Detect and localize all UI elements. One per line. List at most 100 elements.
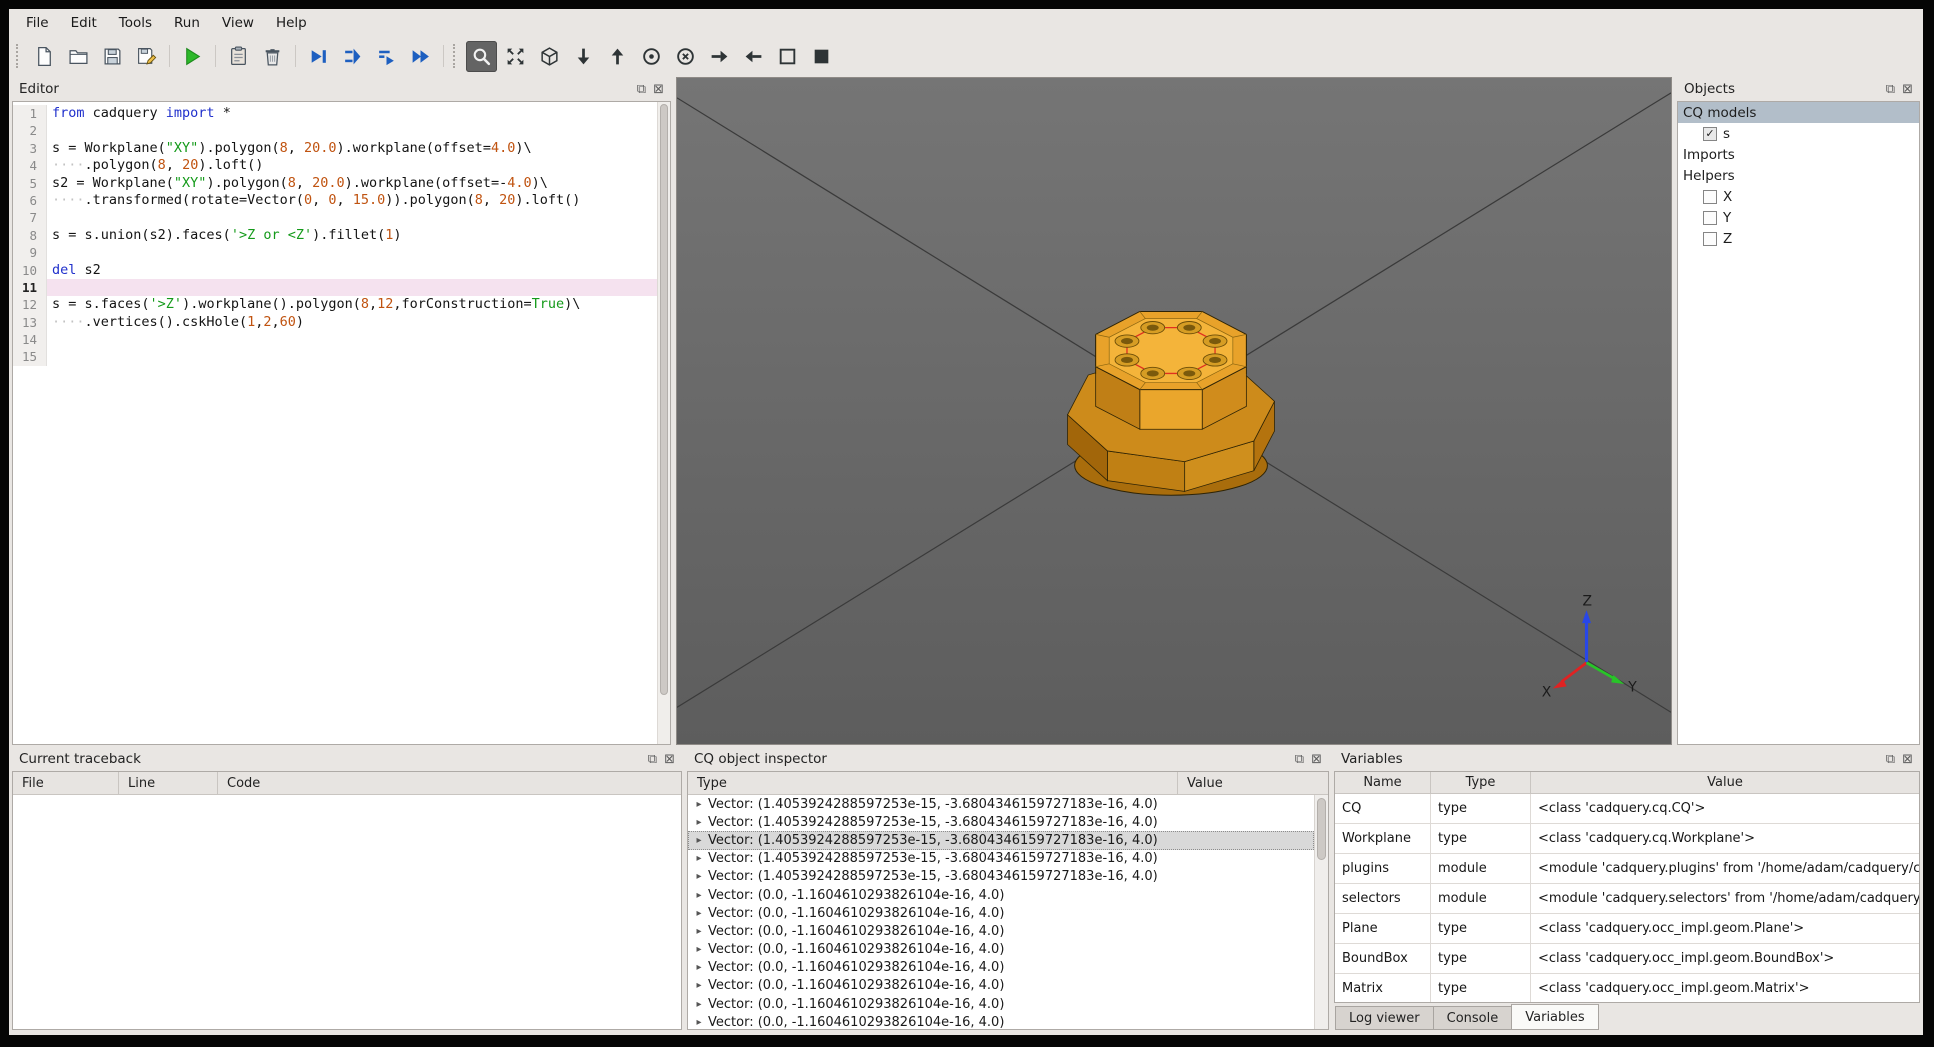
variable-row[interactable]: BoundBox type <class 'cadquery.occ_impl.ge… <box>1335 944 1919 974</box>
expand-arrow-icon[interactable]: ▸ <box>693 962 705 973</box>
inspector-row[interactable]: ▸ Vector: (1.4053924288597253e-15, -3.680… <box>688 868 1314 886</box>
code-line[interactable]: 11 <box>13 278 657 297</box>
debug-icon[interactable] <box>223 41 254 72</box>
code-line[interactable]: 2 <box>13 122 657 140</box>
traceback-col-code[interactable]: Code <box>218 772 681 794</box>
menu-view[interactable]: View <box>211 12 265 34</box>
expand-arrow-icon[interactable]: ▸ <box>693 944 705 955</box>
tab-log-viewer[interactable]: Log viewer <box>1335 1006 1434 1030</box>
expand-arrow-icon[interactable]: ▸ <box>693 853 705 864</box>
tree-item-cq-models[interactable]: CQ models <box>1678 102 1919 123</box>
expand-arrow-icon[interactable]: ▸ <box>693 835 705 846</box>
inspector-row[interactable]: ▸ Vector: (1.4053924288597253e-15, -3.680… <box>688 795 1314 813</box>
tree-item-helpers[interactable]: Helpers <box>1678 165 1919 186</box>
toolbar-grip[interactable] <box>453 44 459 68</box>
expand-arrow-icon[interactable]: ▸ <box>693 926 705 937</box>
expand-arrow-icon[interactable]: ▸ <box>693 1017 705 1028</box>
expand-arrow-icon[interactable]: ▸ <box>693 871 705 882</box>
dock-close-icon[interactable]: ⊠ <box>1902 753 1913 766</box>
checkbox-y[interactable] <box>1703 210 1717 225</box>
variables-col-name[interactable]: Name <box>1335 772 1431 793</box>
inspector-row[interactable]: ▸ Vector: (0.0, -1.1604610293826104e-16, … <box>688 904 1314 922</box>
variable-row[interactable]: Plane type <class 'cadquery.occ_impl.geom.… <box>1335 914 1919 944</box>
right-view-icon[interactable] <box>738 41 769 72</box>
back-view-icon[interactable] <box>602 41 633 72</box>
menu-help[interactable]: Help <box>265 12 318 34</box>
expand-arrow-icon[interactable]: ▸ <box>693 999 705 1010</box>
top-view-icon[interactable] <box>636 41 667 72</box>
step-in-icon[interactable] <box>337 41 368 72</box>
inspector-scrollbar[interactable] <box>1314 795 1328 1029</box>
viewport-3d[interactable]: X Y Z <box>676 77 1672 745</box>
dock-close-icon[interactable]: ⊠ <box>653 83 664 96</box>
inspector-row[interactable]: ▸ Vector: (1.4053924288597253e-15, -3.680… <box>688 813 1314 831</box>
inspector-row[interactable]: ▸ Vector: (1.4053924288597253e-15, -3.680… <box>688 850 1314 868</box>
inspector-row[interactable]: ▸ Vector: (0.0, -1.1604610293826104e-16, … <box>688 995 1314 1013</box>
inspector-col-value[interactable]: Value <box>1178 772 1328 794</box>
checkbox-s[interactable]: ✓ <box>1703 126 1717 141</box>
code-area[interactable]: 1 from cadquery import * 2 3 s = Workplane("… <box>13 102 657 744</box>
variable-row[interactable]: plugins module <module 'cadquery.plugins' … <box>1335 854 1919 884</box>
inspector-row[interactable]: ▸ Vector: (0.0, -1.1604610293826104e-16, … <box>688 886 1314 904</box>
new-file-icon[interactable] <box>29 41 60 72</box>
editor-scrollbar[interactable] <box>657 102 670 744</box>
fit-zoom-icon[interactable] <box>466 40 497 72</box>
code-line[interactable]: 3 s = Workplane("XY").polygon(8, 20.0).wo… <box>13 139 657 158</box>
wireframe-icon[interactable] <box>772 41 803 72</box>
tree-item-x[interactable]: X <box>1678 186 1919 207</box>
dock-float-icon[interactable]: ⧉ <box>1295 753 1304 766</box>
viewport-canvas[interactable]: X Y Z <box>677 78 1671 744</box>
variable-row[interactable]: Matrix type <class 'cadquery.occ_impl.geom… <box>1335 974 1919 1002</box>
variable-row[interactable]: selectors module <module 'cadquery.selecto… <box>1335 884 1919 914</box>
expand-arrow-icon[interactable]: ▸ <box>693 799 705 810</box>
cad-model[interactable] <box>1067 311 1275 496</box>
code-line[interactable]: 15 <box>13 348 657 366</box>
tab-variables[interactable]: Variables <box>1511 1004 1599 1030</box>
dock-float-icon[interactable]: ⧉ <box>1886 753 1895 766</box>
tree-item-z[interactable]: Z <box>1678 228 1919 249</box>
bottom-view-icon[interactable] <box>670 41 701 72</box>
tree-item-imports[interactable]: Imports <box>1678 144 1919 165</box>
menu-file[interactable]: File <box>15 12 60 34</box>
inspector-row[interactable]: ▸ Vector: (1.4053924288597253e-15, -3.680… <box>688 831 1314 850</box>
step-icon[interactable] <box>303 41 334 72</box>
expand-arrow-icon[interactable]: ▸ <box>693 817 705 828</box>
dock-close-icon[interactable]: ⊠ <box>1902 83 1913 96</box>
menu-edit[interactable]: Edit <box>60 12 108 34</box>
dock-float-icon[interactable]: ⧉ <box>648 753 657 766</box>
tab-console[interactable]: Console <box>1432 1006 1513 1030</box>
variables-col-value[interactable]: Value <box>1531 772 1919 793</box>
front-view-icon[interactable] <box>568 41 599 72</box>
code-line[interactable]: 1 from cadquery import * <box>13 105 657 123</box>
code-line[interactable]: 6 ····.transformed(rotate=Vector(0, 0, 15… <box>13 191 657 210</box>
checkbox-x[interactable] <box>1703 189 1717 204</box>
code-line[interactable]: 14 <box>13 331 657 349</box>
tree-item-s[interactable]: ✓ s <box>1678 123 1919 144</box>
expand-arrow-icon[interactable]: ▸ <box>693 980 705 991</box>
toolbar-grip[interactable] <box>16 44 22 68</box>
expand-arrow-icon[interactable]: ▸ <box>693 908 705 919</box>
inspector-row[interactable]: ▸ Vector: (0.0, -1.1604610293826104e-16, … <box>688 941 1314 959</box>
checkbox-z[interactable] <box>1703 231 1717 246</box>
menu-run[interactable]: Run <box>163 12 211 34</box>
dock-close-icon[interactable]: ⊠ <box>664 753 675 766</box>
code-line[interactable]: 4 ····.polygon(8, 20).loft() <box>13 157 657 175</box>
inspector-scrollbar-thumb[interactable] <box>1317 798 1326 860</box>
inspector-row[interactable]: ▸ Vector: (0.0, -1.1604610293826104e-16, … <box>688 922 1314 940</box>
variables-col-type[interactable]: Type <box>1431 772 1531 793</box>
fit-all-icon[interactable] <box>500 41 531 72</box>
continue-icon[interactable] <box>405 41 436 72</box>
inspector-row[interactable]: ▸ Vector: (0.0, -1.1604610293826104e-16, … <box>688 977 1314 995</box>
inspector-row[interactable]: ▸ Vector: (0.0, -1.1604610293826104e-16, … <box>688 959 1314 977</box>
iso-view-icon[interactable] <box>534 41 565 72</box>
render-icon[interactable] <box>177 41 208 72</box>
save-as-icon[interactable] <box>131 41 162 72</box>
delete-icon[interactable] <box>257 41 288 72</box>
code-line[interactable]: 8 s = s.union(s2).faces('>Z or <Z').fille… <box>13 226 657 245</box>
menu-tools[interactable]: Tools <box>108 12 163 34</box>
variable-row[interactable]: Workplane type <class 'cadquery.cq.Workpla… <box>1335 824 1919 854</box>
inspector-col-type[interactable]: Type <box>688 772 1178 794</box>
code-line[interactable]: 7 <box>13 209 657 227</box>
save-icon[interactable] <box>97 41 128 72</box>
editor-scrollbar-thumb[interactable] <box>660 104 668 695</box>
